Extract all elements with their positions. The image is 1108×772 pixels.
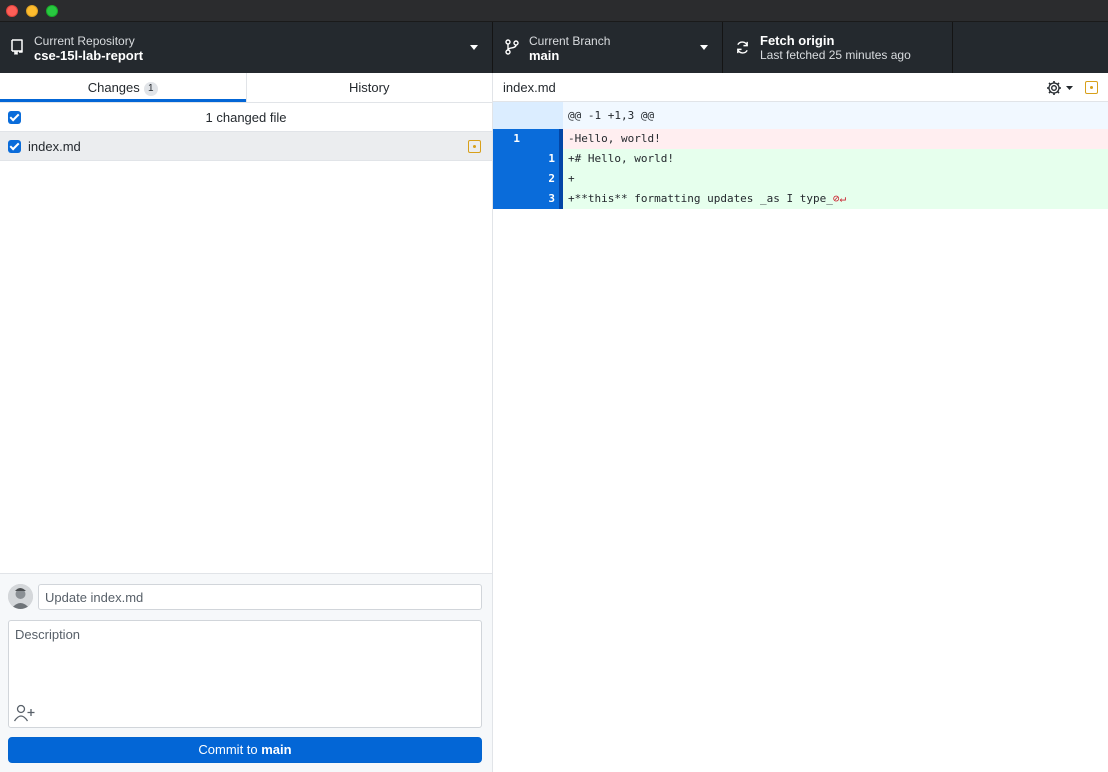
diff-hunk-header: @@ -1 +1,3 @@	[493, 102, 1108, 129]
current-branch-button[interactable]: Current Branch main	[493, 22, 723, 73]
commit-description-input[interactable]	[9, 621, 481, 701]
file-include-checkbox[interactable]	[8, 140, 21, 153]
diff-line[interactable]: 1 -Hello, world!	[493, 129, 1108, 149]
user-avatar-icon	[8, 584, 33, 609]
line-number-old	[493, 102, 528, 129]
repo-icon	[11, 39, 23, 55]
gear-icon	[1047, 81, 1073, 95]
tab-changes-label: Changes	[87, 80, 140, 95]
branch-dropdown-caret-icon	[700, 45, 708, 50]
diff-line[interactable]: 3 +**this** formatting updates _as I typ…	[493, 189, 1108, 209]
commit-button-prefix: Commit to	[198, 742, 262, 757]
diff-line[interactable]: 1 +# Hello, world!	[493, 149, 1108, 169]
tab-history[interactable]: History	[245, 73, 493, 102]
diff-file-name: index.md	[503, 80, 556, 95]
file-modified-icon	[468, 140, 481, 153]
commit-description-box	[8, 620, 482, 728]
repo-text: Current Repository cse-15l-lab-report	[34, 34, 143, 63]
fetch-text: Fetch origin Last fetched 25 minutes ago	[760, 34, 911, 63]
toolbar: Current Repository cse-15l-lab-report Cu…	[0, 22, 1108, 73]
diff-options-button[interactable]	[1045, 79, 1077, 97]
tab-changes[interactable]: Changes 1	[0, 73, 246, 102]
commit-message-area: Commit to main	[0, 573, 492, 772]
repo-dropdown-caret-icon	[470, 45, 478, 50]
branch-name: main	[529, 48, 560, 63]
line-number-new[interactable]: 3	[528, 189, 563, 209]
diff-header: index.md	[493, 73, 1108, 102]
commit-button[interactable]: Commit to main	[8, 737, 482, 763]
line-number-old[interactable]	[493, 169, 528, 189]
window-title-bar	[0, 0, 1108, 22]
line-number-new[interactable]	[528, 129, 563, 149]
repo-name: cse-15l-lab-report	[34, 48, 144, 63]
diff-line-text: +**this** formatting updates _as I type_	[568, 192, 833, 205]
diff-line-text-container: +**this** formatting updates _as I type_…	[563, 189, 1108, 209]
fetch-status: Last fetched 25 minutes ago	[760, 48, 911, 62]
diff-line-text: +# Hello, world!	[563, 149, 1108, 169]
fetch-origin-button[interactable]: Fetch origin Last fetched 25 minutes ago	[723, 22, 953, 73]
hunk-text: @@ -1 +1,3 @@	[568, 109, 655, 122]
fetch-label: Fetch origin	[760, 33, 835, 48]
current-repository-button[interactable]: Current Repository cse-15l-lab-report	[0, 22, 493, 73]
changes-count-badge: 1	[143, 82, 158, 96]
list-item[interactable]: index.md	[0, 132, 492, 161]
file-name: index.md	[28, 139, 81, 154]
diff-file-modified-icon	[1085, 81, 1098, 94]
add-coauthor-icon[interactable]	[13, 703, 37, 723]
diff-line[interactable]: 2 +	[493, 169, 1108, 189]
commit-button-branch: main	[261, 742, 292, 757]
changed-files-header: 1 changed file	[0, 103, 492, 132]
changes-sidebar: Changes 1 History 1 changed file index.md	[0, 73, 493, 772]
maximize-window-button[interactable]	[46, 5, 58, 17]
line-number-new	[528, 102, 563, 129]
tab-history-label: History	[349, 80, 390, 95]
repo-label: Current Repository	[34, 34, 135, 48]
diff-panel: index.md @@ -1 +1,3 @@ 1 -Hello, world! …	[493, 73, 1108, 772]
diff-content: @@ -1 +1,3 @@ 1 -Hello, world! 1 +# Hell…	[493, 102, 1108, 209]
commit-summary-input[interactable]	[38, 584, 482, 610]
branch-text: Current Branch main	[529, 34, 610, 63]
minimize-window-button[interactable]	[26, 5, 38, 17]
sync-icon	[737, 41, 748, 54]
line-number-new[interactable]: 2	[528, 169, 563, 189]
close-window-button[interactable]	[6, 5, 18, 17]
avatar	[8, 584, 33, 609]
line-number-old[interactable]	[493, 189, 528, 209]
line-number-old[interactable]	[493, 149, 528, 169]
diff-line-text: -Hello, world!	[563, 129, 1108, 149]
branch-label: Current Branch	[529, 34, 611, 48]
branch-icon	[505, 39, 519, 55]
changed-files-count: 1 changed file	[205, 110, 287, 125]
no-newline-icon: ⊘↵	[832, 192, 847, 205]
line-number-old[interactable]: 1	[493, 129, 528, 149]
line-number-new[interactable]: 1	[528, 149, 563, 169]
sidebar-tabs: Changes 1 History	[0, 73, 492, 103]
diff-line-text: +	[563, 169, 1108, 189]
